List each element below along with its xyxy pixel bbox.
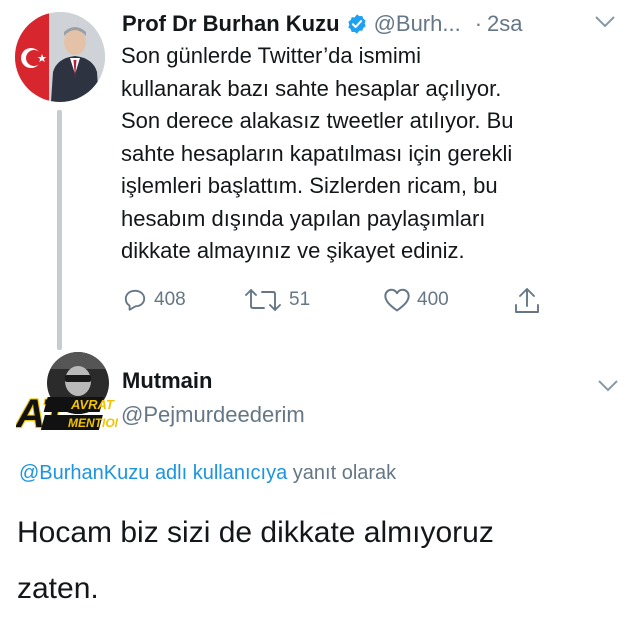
tweet-text-line: kullanarak bazı sahte hesaplar açılıyor. xyxy=(121,75,502,101)
reply-icon xyxy=(124,289,146,311)
retweet-icon xyxy=(245,289,281,311)
replying-to-suffix: yanıt olarak xyxy=(287,462,397,484)
heart-icon xyxy=(384,288,410,312)
reply-author-name[interactable]: Mutmain xyxy=(122,368,212,394)
avatar-logo-bottom-text: MENTION xyxy=(68,416,118,430)
tweet-text-line: işlemleri başlattım. Sizlerden ricam, bu xyxy=(121,173,498,198)
reply-author-avatar[interactable]: AT AVRAT MENTION xyxy=(14,351,124,446)
verified-badge-icon xyxy=(347,14,366,34)
tweet-timestamp[interactable]: 2sa xyxy=(487,11,522,37)
reply-text-line: zaten. xyxy=(17,572,99,605)
author-handle[interactable]: @Burh... xyxy=(374,11,461,37)
avatar-logo-top-text: AVRAT xyxy=(70,397,115,412)
like-count: 400 xyxy=(417,289,449,310)
reply-text-line: Hocam biz sizi de dikkate almıyoruz xyxy=(17,516,494,549)
tweet-text-line: hesabım dışında yapılan paylaşımları xyxy=(121,205,486,231)
tweet-text: Son günlerde Twitter’da ismimi kullanara… xyxy=(121,40,621,268)
retweet-count: 51 xyxy=(289,289,311,310)
tweet-text-line: dikkate almayınız ve şikayet ediniz. xyxy=(121,238,465,263)
chevron-down-icon[interactable] xyxy=(597,378,619,394)
replying-to-link[interactable]: @BurhanKuzu adlı kullanıcıya xyxy=(19,462,287,484)
share-icon xyxy=(515,288,539,313)
share-button[interactable] xyxy=(513,286,547,316)
like-button[interactable]: 400 xyxy=(383,287,449,313)
reply-button[interactable]: 408 xyxy=(122,287,186,313)
tweet-header: Prof Dr Burhan Kuzu @Burh... · 2sa xyxy=(122,8,627,40)
tweet-text-line: Son derece alakasız tweetler atılıyor. B… xyxy=(121,108,514,133)
thread-connector-line xyxy=(57,110,62,350)
chevron-down-icon[interactable] xyxy=(594,14,616,30)
reply-author-handle[interactable]: @Pejmurdeederim xyxy=(121,402,305,428)
avatar-image xyxy=(15,12,105,102)
tweet-text-line: Son günlerde Twitter’da ismimi xyxy=(121,43,421,68)
avatar-image: AT AVRAT MENTION xyxy=(14,352,124,437)
reply-text: Hocam biz sizi de dikkate almıyoruz zate… xyxy=(17,505,617,617)
separator-dot: · xyxy=(474,11,483,36)
tweet-text-line: sahte hesapların kapatılması için gerekl… xyxy=(121,140,513,166)
retweet-button[interactable]: 51 xyxy=(243,287,310,313)
reply-count: 408 xyxy=(154,289,186,310)
replying-to-context: @BurhanKuzu adlı kullanıcıya yanıt olara… xyxy=(19,462,396,485)
author-name[interactable]: Prof Dr Burhan Kuzu xyxy=(122,11,340,37)
author-avatar[interactable] xyxy=(15,12,105,102)
